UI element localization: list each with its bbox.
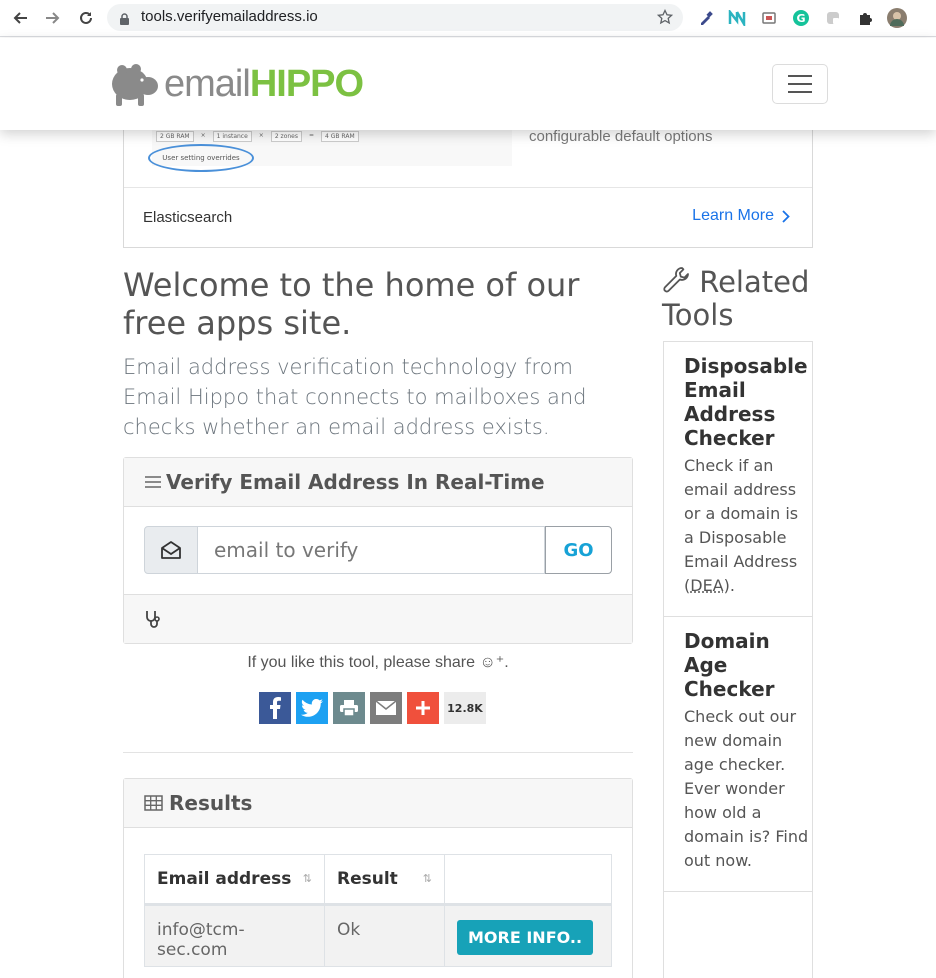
results-table: Email address ⇅ Result ⇅ info@tcm-sec.com …	[144, 854, 612, 967]
envelope-open-icon	[144, 526, 198, 574]
svg-text:G: G	[796, 12, 805, 25]
verify-card-header: Verify Email Address In Real-Time	[124, 458, 632, 507]
related-tool-desc: Check out our new domain age checker. Ev…	[684, 707, 809, 870]
results-card-title: Results	[169, 791, 253, 815]
chevron-right-icon	[782, 209, 790, 223]
more-info-button[interactable]: MORE INFO..	[457, 920, 594, 955]
ad-product-name: Elasticsearch	[143, 209, 233, 226]
related-tools-heading: Related Tools	[662, 266, 822, 332]
sort-arrows-icon: ⇅	[422, 872, 432, 885]
cell-action: MORE INFO..	[444, 904, 612, 967]
puzzle-extensions-icon[interactable]	[854, 7, 876, 29]
menu-toggle-button[interactable]	[772, 64, 828, 104]
envelope-icon	[375, 700, 397, 715]
table-icon	[144, 795, 163, 811]
share-prompt: If you like this tool, please share ☺⁺.	[247, 654, 509, 671]
related-tool-title: Domain Age Checker	[684, 629, 775, 701]
column-header-email[interactable]: Email address ⇅	[144, 854, 325, 906]
twitter-share-button[interactable]	[296, 692, 328, 724]
hamburger-bar	[788, 91, 812, 93]
logo-hippo-text: HIPPO	[249, 62, 364, 105]
related-tool-title: Disposable Email Address Checker	[684, 354, 808, 450]
share-buttons: 12.8K	[259, 692, 486, 724]
table-row: info@tcm-sec.com Ok MORE INFO..	[144, 904, 612, 967]
ad-highlight-oval: User setting overrides	[148, 144, 254, 172]
browser-toolbar: tools.verifyemailaddress.io G	[0, 0, 936, 37]
twitter-icon	[301, 699, 323, 717]
verify-card-title: Verify Email Address In Real-Time	[166, 470, 545, 494]
facebook-share-button[interactable]	[259, 692, 291, 724]
go-button[interactable]: GO	[545, 526, 612, 574]
related-tool-item[interactable]: Disposable Email Address Checker Check i…	[664, 342, 812, 617]
address-bar[interactable]: tools.verifyemailaddress.io	[107, 4, 683, 31]
grammarly-icon[interactable]: G	[790, 7, 812, 29]
bookmark-star-icon[interactable]	[656, 8, 674, 29]
back-button[interactable]	[8, 6, 32, 30]
section-divider	[123, 752, 633, 753]
related-tool-item[interactable]: Domain Age Checker Check out our new dom…	[664, 617, 812, 892]
results-card: Results Email address ⇅ Result ⇅ info@tcm-…	[123, 778, 633, 978]
more-share-button[interactable]	[407, 692, 439, 724]
wrench-icon	[663, 267, 689, 293]
cell-result: Ok	[324, 904, 445, 967]
email-share-button[interactable]	[370, 692, 402, 724]
learn-more-link[interactable]: Learn More	[692, 207, 790, 225]
hamburger-bar	[788, 75, 812, 77]
sort-arrows-icon: ⇅	[302, 872, 312, 885]
verify-card-footer	[124, 594, 632, 643]
stethoscope-icon	[146, 611, 160, 628]
verify-email-card: Verify Email Address In Real-Time GO	[123, 457, 633, 644]
url-text: tools.verifyemailaddress.io	[141, 8, 318, 25]
cell-email: info@tcm-sec.com	[144, 904, 325, 967]
results-card-header: Results	[124, 779, 632, 828]
toggle-extension-icon[interactable]	[822, 7, 844, 29]
forward-button[interactable]	[41, 6, 65, 30]
n-extension-icon[interactable]	[726, 7, 748, 29]
logo-email-text: email	[164, 62, 251, 105]
facebook-icon	[270, 697, 281, 719]
profile-avatar-icon[interactable]	[886, 7, 908, 29]
page-lead: Email address verification technology fr…	[123, 355, 587, 439]
ad-config-text: configurable default options	[529, 128, 713, 145]
email-input-group: GO	[144, 526, 612, 574]
hippo-logo-icon	[112, 64, 158, 106]
email-input[interactable]	[198, 526, 545, 574]
column-header-result[interactable]: Result ⇅	[324, 854, 445, 906]
ad-divider	[124, 187, 812, 188]
cast-extension-icon[interactable]	[758, 7, 780, 29]
column-header-action	[444, 854, 612, 906]
related-tool-desc: Check if an email address or a domain is…	[684, 456, 799, 595]
hamburger-bar	[788, 83, 812, 85]
eyedropper-extension-icon[interactable]	[695, 7, 717, 29]
printer-icon	[340, 700, 358, 717]
list-icon	[145, 476, 161, 488]
lock-icon	[119, 11, 130, 30]
reload-button[interactable]	[74, 6, 98, 30]
share-count-badge: 12.8K	[444, 692, 486, 724]
print-share-button[interactable]	[333, 692, 365, 724]
page-title: Welcome to the home of our free apps sit…	[123, 266, 580, 342]
plus-icon	[416, 701, 430, 715]
emailhippo-logo[interactable]: emailHIPPO	[108, 58, 364, 110]
site-header: emailHIPPO	[0, 38, 936, 130]
related-tools-list: Disposable Email Address Checker Check i…	[663, 341, 813, 978]
ad-spec-pills: 2 GB RAM × 1 instance × 2 zones = 4 GB R…	[156, 131, 359, 142]
